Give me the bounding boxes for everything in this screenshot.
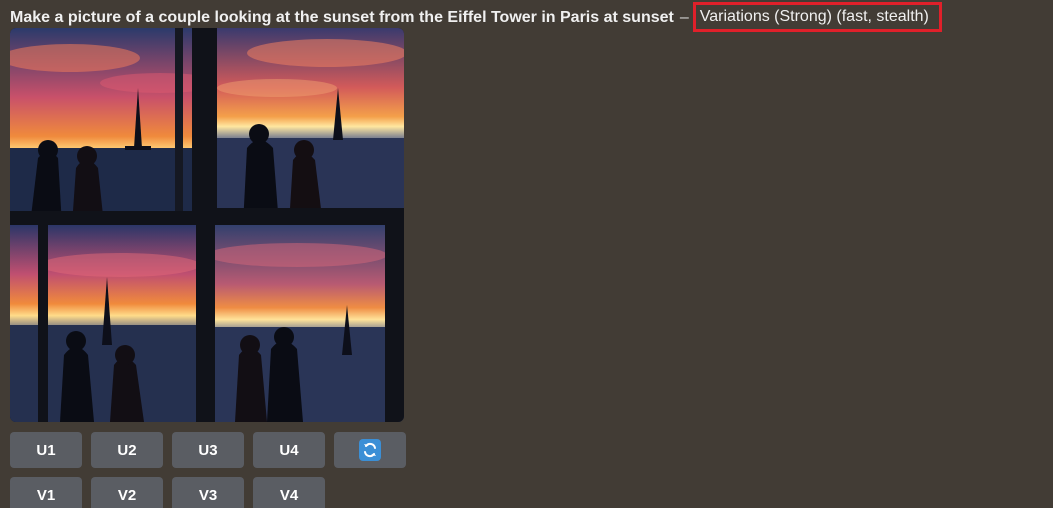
message-container: Make a picture of a couple looking at th… [0,0,1053,508]
u4-button[interactable]: U4 [253,432,325,468]
prompt-line: Make a picture of a couple looking at th… [10,2,942,32]
upscale-button-row: U1 U2 U3 U4 [10,432,406,468]
image-tile-1[interactable] [10,28,207,225]
prompt-text: Make a picture of a couple looking at th… [10,9,674,26]
image-tile-2[interactable] [207,28,404,225]
variation-label: Variations (Strong) (fast, stealth) [692,2,942,32]
image-tile-3[interactable] [10,225,207,422]
v2-button[interactable]: V2 [91,477,163,508]
u2-button[interactable]: U2 [91,432,163,468]
u3-button[interactable]: U3 [172,432,244,468]
refresh-icon [359,439,381,461]
v4-button[interactable]: V4 [253,477,325,508]
prompt-separator: – [679,9,689,26]
image-tile-4[interactable] [207,225,404,422]
image-grid[interactable] [10,28,404,422]
variation-button-row: V1 V2 V3 V4 [10,477,325,508]
reroll-button[interactable] [334,432,406,468]
u1-button[interactable]: U1 [10,432,82,468]
v3-button[interactable]: V3 [172,477,244,508]
v1-button[interactable]: V1 [10,477,82,508]
